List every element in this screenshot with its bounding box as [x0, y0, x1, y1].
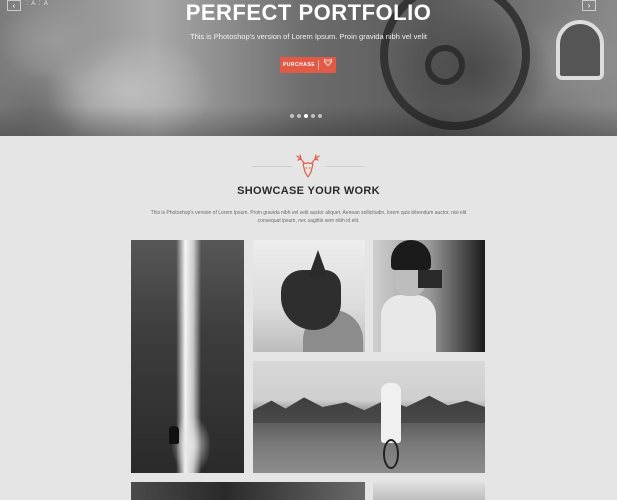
section-title: SHOWCASE YOUR WORK: [237, 185, 380, 197]
hero-shade: [0, 106, 617, 136]
waterfall-mist: [171, 415, 211, 473]
gem-icon: [319, 57, 336, 73]
section-description: This is Photoshop's version of Lorem Ips…: [150, 210, 467, 224]
section-divider-right: [325, 166, 365, 167]
slider-dot-3[interactable]: [304, 114, 308, 118]
section-divider-left: [252, 166, 292, 167]
bottom-left-photo[interactable]: [131, 482, 365, 500]
treeline-graphic: [253, 395, 485, 423]
purchase-button-label: PURCHASE: [282, 62, 316, 68]
hero-title: PERFECT PORTFOLIO: [185, 0, 432, 25]
purchase-button[interactable]: PURCHASE: [280, 57, 336, 73]
slider-dot-2[interactable]: [297, 114, 301, 118]
waterfall-photo[interactable]: [131, 240, 244, 473]
bicycle-wheel-graphic: [383, 439, 399, 469]
photographer-hat: [391, 240, 431, 270]
slider-dot-1[interactable]: [290, 114, 294, 118]
slider-dot-5[interactable]: [318, 114, 322, 118]
slider-dot-4[interactable]: [311, 114, 315, 118]
hero-subtitle: This is Photoshop's version of Lorem Ips…: [190, 32, 427, 41]
slider-dots: [290, 114, 322, 118]
dog-head: [281, 270, 341, 330]
photographer-torso: [381, 295, 436, 352]
rider-graphic: [381, 383, 401, 443]
dashboard-gauge-graphic: [556, 20, 604, 80]
dog-ear: [308, 250, 328, 278]
bottom-right-photo[interactable]: [373, 482, 485, 500]
waterfall-person: [169, 426, 179, 444]
deer-icon: [294, 153, 322, 179]
dog-photo[interactable]: [253, 240, 365, 352]
bicycle-rider-photo[interactable]: [253, 361, 485, 473]
camera-graphic: [418, 270, 442, 288]
photographer-photo[interactable]: [373, 240, 485, 352]
steering-wheel-hub-graphic: [425, 45, 465, 85]
hero-slider: ‹ ⁚ A ⁚ A › PERFECT PORTFOLIO This is Ph…: [0, 0, 617, 136]
